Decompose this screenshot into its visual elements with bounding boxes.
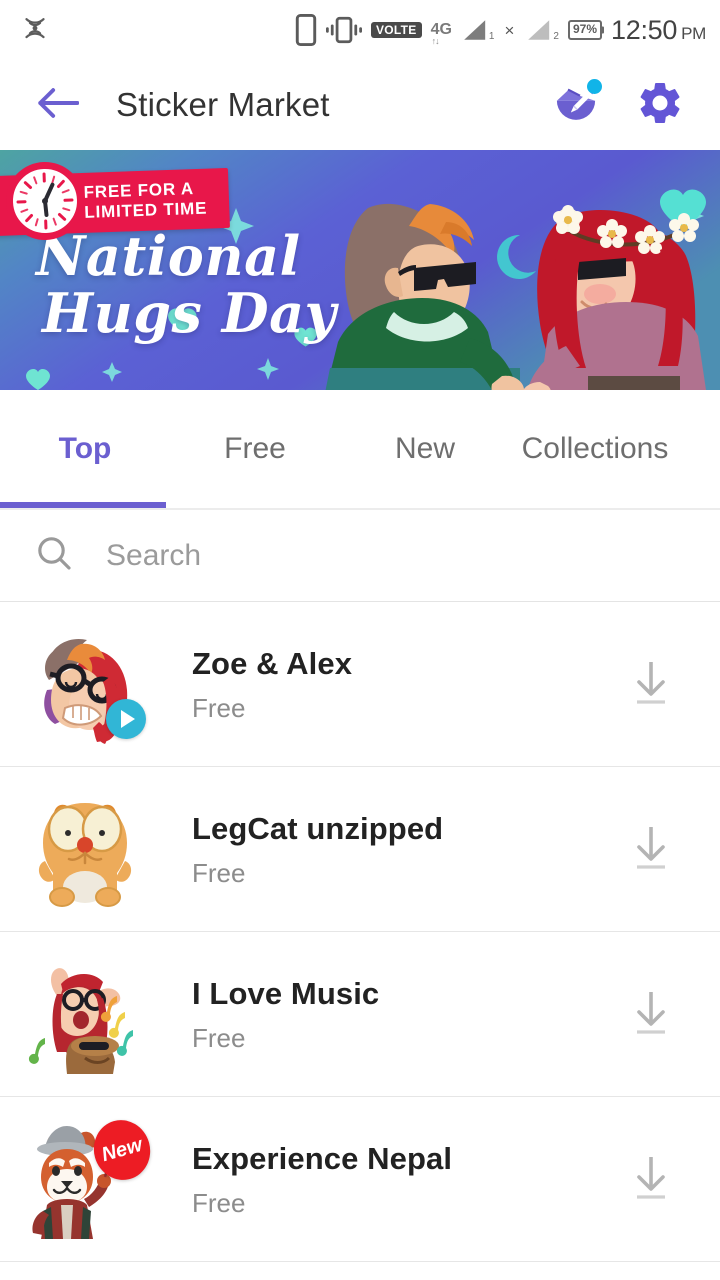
back-arrow-icon (37, 86, 79, 125)
data-arrows-icon: ↑↓ (432, 37, 439, 46)
sticker-title: Zoe & Alex (192, 646, 616, 682)
sticker-price: Free (192, 1189, 616, 1218)
settings-button[interactable] (632, 77, 688, 133)
tab-top[interactable]: Top (0, 434, 170, 464)
cast-icon (18, 9, 52, 48)
signal-sim2-icon: 2 (524, 17, 559, 43)
category-tabs: Top Free New Collections (0, 390, 720, 510)
gear-icon (635, 78, 685, 133)
promo-banner[interactable]: FREE FOR A LIMITED TIME National Hugs Da… (0, 150, 720, 390)
download-button[interactable] (616, 814, 686, 884)
tab-collections[interactable]: Collections (510, 434, 680, 464)
experience-nepal-thumbnail: New (22, 1116, 148, 1242)
sticker-title: I Love Music (192, 976, 616, 1012)
clock-icon (5, 161, 86, 242)
sticker-row-partial[interactable] (0, 1262, 720, 1280)
no-service-icon: × (504, 22, 514, 39)
sticker-price: Free (192, 1024, 616, 1053)
sticker-row-text: LegCat unzipped Free (192, 811, 616, 887)
download-arrow-icon (625, 986, 677, 1043)
sticker-row[interactable]: New Experience Nepal Free (0, 1097, 720, 1262)
phone-icon (295, 14, 317, 46)
sticker-row-text: Zoe & Alex Free (192, 646, 616, 722)
active-tab-indicator (0, 502, 166, 508)
app-bar-actions (548, 77, 700, 133)
download-arrow-icon (625, 821, 677, 878)
tab-new[interactable]: New (340, 434, 510, 464)
sticker-price: Free (192, 859, 616, 888)
sticker-price: Free (192, 694, 616, 723)
banner-title-line-2: Hugs Day (42, 285, 336, 342)
download-button[interactable] (616, 1144, 686, 1214)
preview-play-badge[interactable] (106, 699, 146, 739)
sticker-market-screen: VOLTE 4G ↑↓ 1 × 2 97% 12:50PM (0, 0, 720, 1280)
search-bar[interactable] (0, 510, 720, 602)
sticker-pack-list: Zoe & Alex Free (0, 602, 720, 1280)
battery-indicator: 97% (568, 20, 602, 39)
sticker-row-text: Experience Nepal Free (192, 1141, 616, 1217)
notification-dot (587, 79, 602, 94)
sticker-title: Experience Nepal (192, 1141, 616, 1177)
banner-title-line-1: National (36, 224, 301, 288)
app-bar: Sticker Market (0, 60, 720, 150)
tab-free[interactable]: Free (170, 434, 340, 464)
search-icon (34, 533, 74, 578)
status-bar-clock: 12:50PM (611, 17, 706, 44)
volte-badge: VOLTE (371, 22, 422, 39)
download-arrow-icon (625, 1151, 677, 1208)
zoe-and-alex-thumbnail (22, 621, 148, 747)
download-button[interactable] (616, 979, 686, 1049)
sticker-row[interactable]: LegCat unzipped Free (0, 767, 720, 932)
back-button[interactable] (30, 77, 86, 133)
sticker-row[interactable]: Zoe & Alex Free (0, 602, 720, 767)
sticker-title: LegCat unzipped (192, 811, 616, 847)
download-button[interactable] (616, 649, 686, 719)
page-title: Sticker Market (116, 86, 330, 124)
network-type-indicator: 4G ↑↓ (431, 22, 452, 38)
legcat-thumbnail (22, 786, 148, 912)
sticker-maker-button[interactable] (548, 77, 604, 133)
download-arrow-icon (625, 656, 677, 713)
status-bar-icons: VOLTE 4G ↑↓ 1 × 2 97% 12:50PM (295, 0, 706, 60)
i-love-music-thumbnail (22, 951, 148, 1077)
vibrate-icon (326, 15, 362, 45)
sticker-row[interactable]: I Love Music Free (0, 932, 720, 1097)
search-input[interactable] (106, 539, 646, 573)
sticker-row-text: I Love Music Free (192, 976, 616, 1052)
status-bar: VOLTE 4G ↑↓ 1 × 2 97% 12:50PM (0, 0, 720, 60)
banner-title: National Hugs Day (36, 228, 336, 342)
ribbon-line-2: LIMITED TIME (84, 199, 208, 223)
signal-sim1-icon: 1 (460, 17, 495, 43)
